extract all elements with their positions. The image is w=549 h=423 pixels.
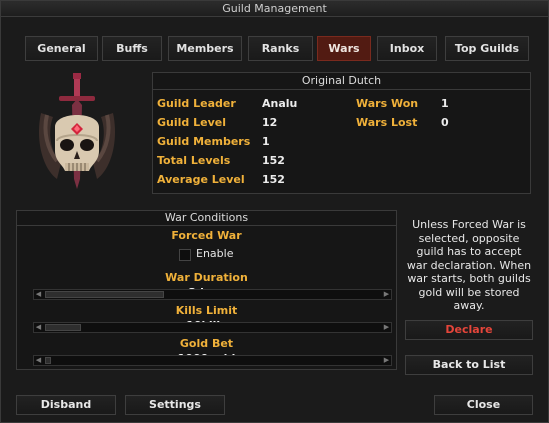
wars-won-value: 1 [441, 97, 449, 110]
tab-wars[interactable]: Wars [317, 36, 371, 61]
war-duration-slider[interactable]: ◀ ▶ [33, 289, 392, 300]
war-conditions-title: War Conditions [17, 211, 396, 226]
disband-button[interactable]: Disband [16, 395, 116, 415]
war-conditions-panel: War Conditions Forced War Enable War Dur… [16, 210, 397, 370]
forced-war-checkbox[interactable] [179, 249, 191, 261]
guild-management-window: Guild Management General Buffs Members R… [0, 0, 549, 423]
total-levels-label: Total Levels [157, 154, 231, 167]
gold-bet-slider-thumb[interactable] [45, 357, 51, 364]
guild-name: Original Dutch [153, 73, 530, 90]
average-level-value: 152 [262, 173, 285, 186]
guild-level-value: 12 [262, 116, 278, 129]
declare-button[interactable]: Declare [405, 320, 533, 340]
tab-general[interactable]: General [25, 36, 98, 61]
war-description: Unless Forced War is selected, opposite … [406, 218, 532, 312]
tab-members[interactable]: Members [168, 36, 242, 61]
wars-won-label: Wars Won [356, 97, 419, 110]
close-button[interactable]: Close [434, 395, 533, 415]
wars-lost-value: 0 [441, 116, 449, 129]
war-duration-label: War Duration [165, 271, 248, 284]
guild-members-value: 1 [262, 135, 270, 148]
window-title: Guild Management [1, 1, 548, 17]
guild-leader-value: Analu [262, 97, 298, 110]
war-duration-slider-thumb[interactable] [45, 291, 164, 298]
tab-buffs[interactable]: Buffs [102, 36, 162, 61]
guild-level-label: Guild Level [157, 116, 226, 129]
slider-right-arrow-icon[interactable]: ▶ [382, 356, 391, 365]
enable-label: Enable [196, 247, 234, 260]
slider-left-arrow-icon[interactable]: ◀ [34, 290, 43, 299]
kills-limit-slider-thumb[interactable] [45, 324, 81, 331]
slider-right-arrow-icon[interactable]: ▶ [382, 290, 391, 299]
wars-lost-label: Wars Lost [356, 116, 418, 129]
guild-leader-label: Guild Leader [157, 97, 236, 110]
total-levels-value: 152 [262, 154, 285, 167]
average-level-label: Average Level [157, 173, 245, 186]
gold-bet-slider[interactable]: ◀ ▶ [33, 355, 392, 366]
guild-info-panel: Original Dutch Guild Leader Analu Guild … [152, 72, 531, 194]
guild-members-label: Guild Members [157, 135, 251, 148]
tab-top-guilds[interactable]: Top Guilds [445, 36, 529, 61]
slider-left-arrow-icon[interactable]: ◀ [34, 356, 43, 365]
kills-limit-label: Kills Limit [175, 304, 238, 317]
tab-inbox[interactable]: Inbox [377, 36, 437, 61]
skull-sword-emblem-icon [33, 71, 121, 201]
kills-limit-slider[interactable]: ◀ ▶ [33, 322, 392, 333]
back-to-list-button[interactable]: Back to List [405, 355, 533, 375]
forced-war-label: Forced War [171, 229, 242, 242]
slider-left-arrow-icon[interactable]: ◀ [34, 323, 43, 332]
tab-bar: General Buffs Members Ranks Wars Inbox T… [25, 36, 529, 61]
settings-button[interactable]: Settings [125, 395, 225, 415]
gold-bet-label: Gold Bet [179, 337, 234, 350]
tab-ranks[interactable]: Ranks [248, 36, 313, 61]
slider-right-arrow-icon[interactable]: ▶ [382, 323, 391, 332]
